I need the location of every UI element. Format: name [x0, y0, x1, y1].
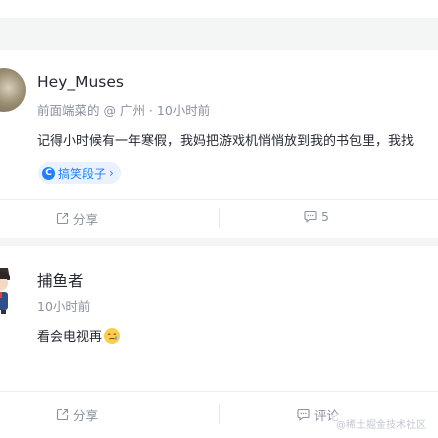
avatar[interactable]	[0, 68, 26, 112]
comment-button[interactable]: 5	[304, 209, 329, 224]
watermark: @稀土掘金技术社区	[332, 415, 430, 432]
post-username[interactable]: 捕鱼者	[37, 269, 84, 291]
previous-card-bottom	[0, 0, 438, 18]
divider	[0, 391, 438, 392]
share-label: 分享	[73, 408, 99, 423]
emoji-icon	[104, 328, 121, 344]
topic-icon: C	[42, 166, 55, 180]
comment-count: 5	[321, 209, 329, 224]
post-card[interactable]: Hey_Muses 前面端菜的 @ 广州 · 10小时前 记得小时候有一年寒假，…	[0, 50, 438, 238]
share-icon	[56, 408, 69, 421]
action-divider	[219, 404, 220, 424]
topic-tag-label: 搞笑段子	[58, 166, 107, 181]
post-meta: 10小时前	[37, 299, 91, 314]
action-divider	[219, 208, 220, 228]
avatar[interactable]	[0, 266, 20, 314]
share-label: 分享	[73, 212, 99, 227]
comment-icon	[304, 210, 317, 223]
chevron-right-icon: ›	[109, 166, 114, 180]
share-button[interactable]: 分享	[56, 209, 98, 228]
topic-tag[interactable]: C 搞笑段子 ›	[38, 162, 121, 184]
comment-icon	[297, 408, 310, 421]
post-card[interactable]: 捕鱼者 10小时前 看会电视再 分享 评论	[0, 246, 438, 438]
post-username[interactable]: Hey_Muses	[37, 73, 124, 91]
divider	[0, 199, 438, 200]
post-content-text: 看会电视再	[37, 330, 103, 345]
post-content[interactable]: 记得小时候有一年寒假，我妈把游戏机悄悄放到我的书包里，我找	[37, 130, 414, 149]
share-icon	[56, 212, 69, 225]
share-button[interactable]: 分享	[56, 405, 98, 424]
post-meta: 前面端菜的 @ 广州 · 10小时前	[37, 103, 211, 118]
post-content[interactable]: 看会电视再	[37, 326, 121, 345]
